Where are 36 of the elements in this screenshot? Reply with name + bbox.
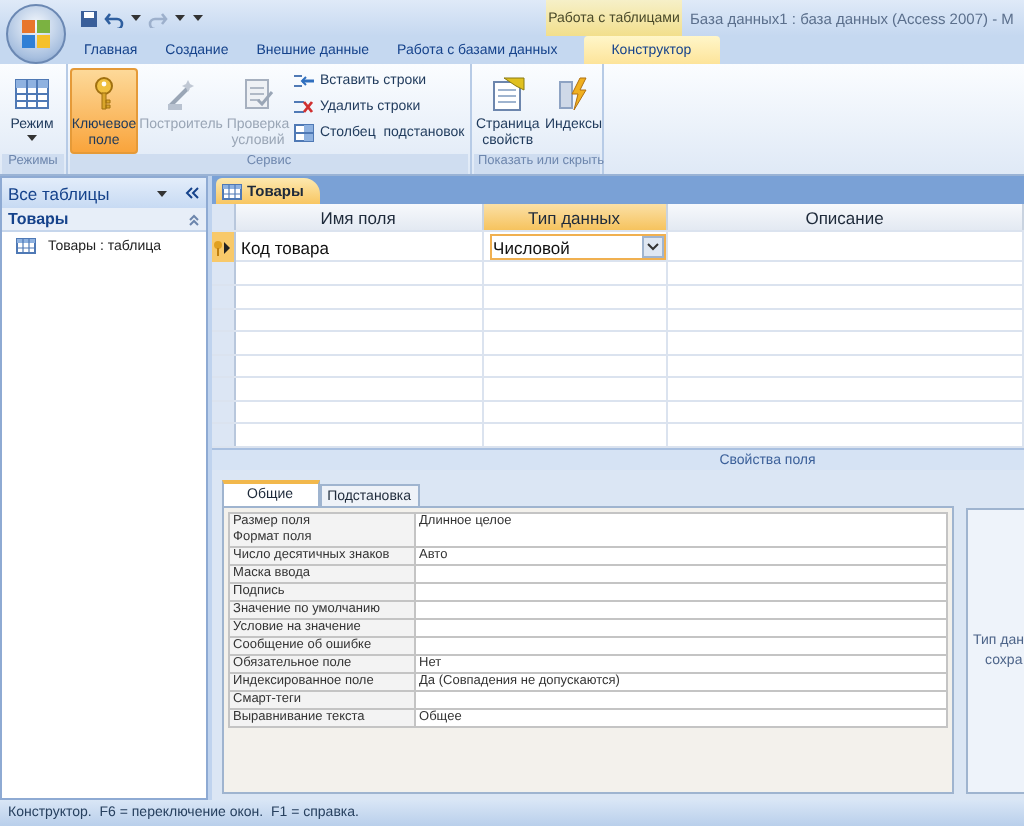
property-value[interactable] <box>415 530 946 546</box>
redo-icon[interactable] <box>148 9 168 27</box>
redo-caret-icon <box>174 14 186 22</box>
navigation-group[interactable]: Товары <box>2 208 206 232</box>
collapse-icon <box>187 213 200 225</box>
property-value[interactable] <box>415 620 946 636</box>
office-logo-icon <box>20 18 52 50</box>
undo-icon[interactable] <box>104 9 124 27</box>
data-type-dropdown[interactable]: Числовой <box>489 234 666 261</box>
table-icon <box>14 76 50 112</box>
checklist-icon <box>240 76 276 112</box>
column-header: Тип данных <box>483 204 668 231</box>
property-value[interactable] <box>415 638 946 654</box>
property-sheet-icon <box>489 76 526 112</box>
table-icon <box>16 238 36 254</box>
save-icon[interactable] <box>80 9 98 27</box>
key-arrow-icon <box>212 239 233 256</box>
property-value[interactable] <box>415 584 946 600</box>
property-value[interactable] <box>415 602 946 618</box>
navigation-header[interactable]: Все таблицы <box>2 178 206 208</box>
dropdown-caret-icon <box>155 189 168 197</box>
property-value[interactable] <box>415 566 946 582</box>
lookup-column-icon <box>294 124 314 142</box>
table-cell: Код товара <box>235 232 484 263</box>
column-header: Имя поля <box>235 204 484 231</box>
row-selector[interactable] <box>211 232 236 263</box>
customize-caret-icon <box>192 14 204 22</box>
column-header: Описание <box>667 204 1024 231</box>
wand-icon <box>163 76 199 112</box>
property-value[interactable] <box>415 692 946 708</box>
undo-caret-icon <box>130 14 142 22</box>
lightning-icon <box>555 76 592 112</box>
table-icon <box>221 183 242 199</box>
insert-rows-icon <box>294 72 314 90</box>
collapse-pane-icon[interactable] <box>183 186 200 200</box>
delete-rows-icon <box>294 98 314 116</box>
